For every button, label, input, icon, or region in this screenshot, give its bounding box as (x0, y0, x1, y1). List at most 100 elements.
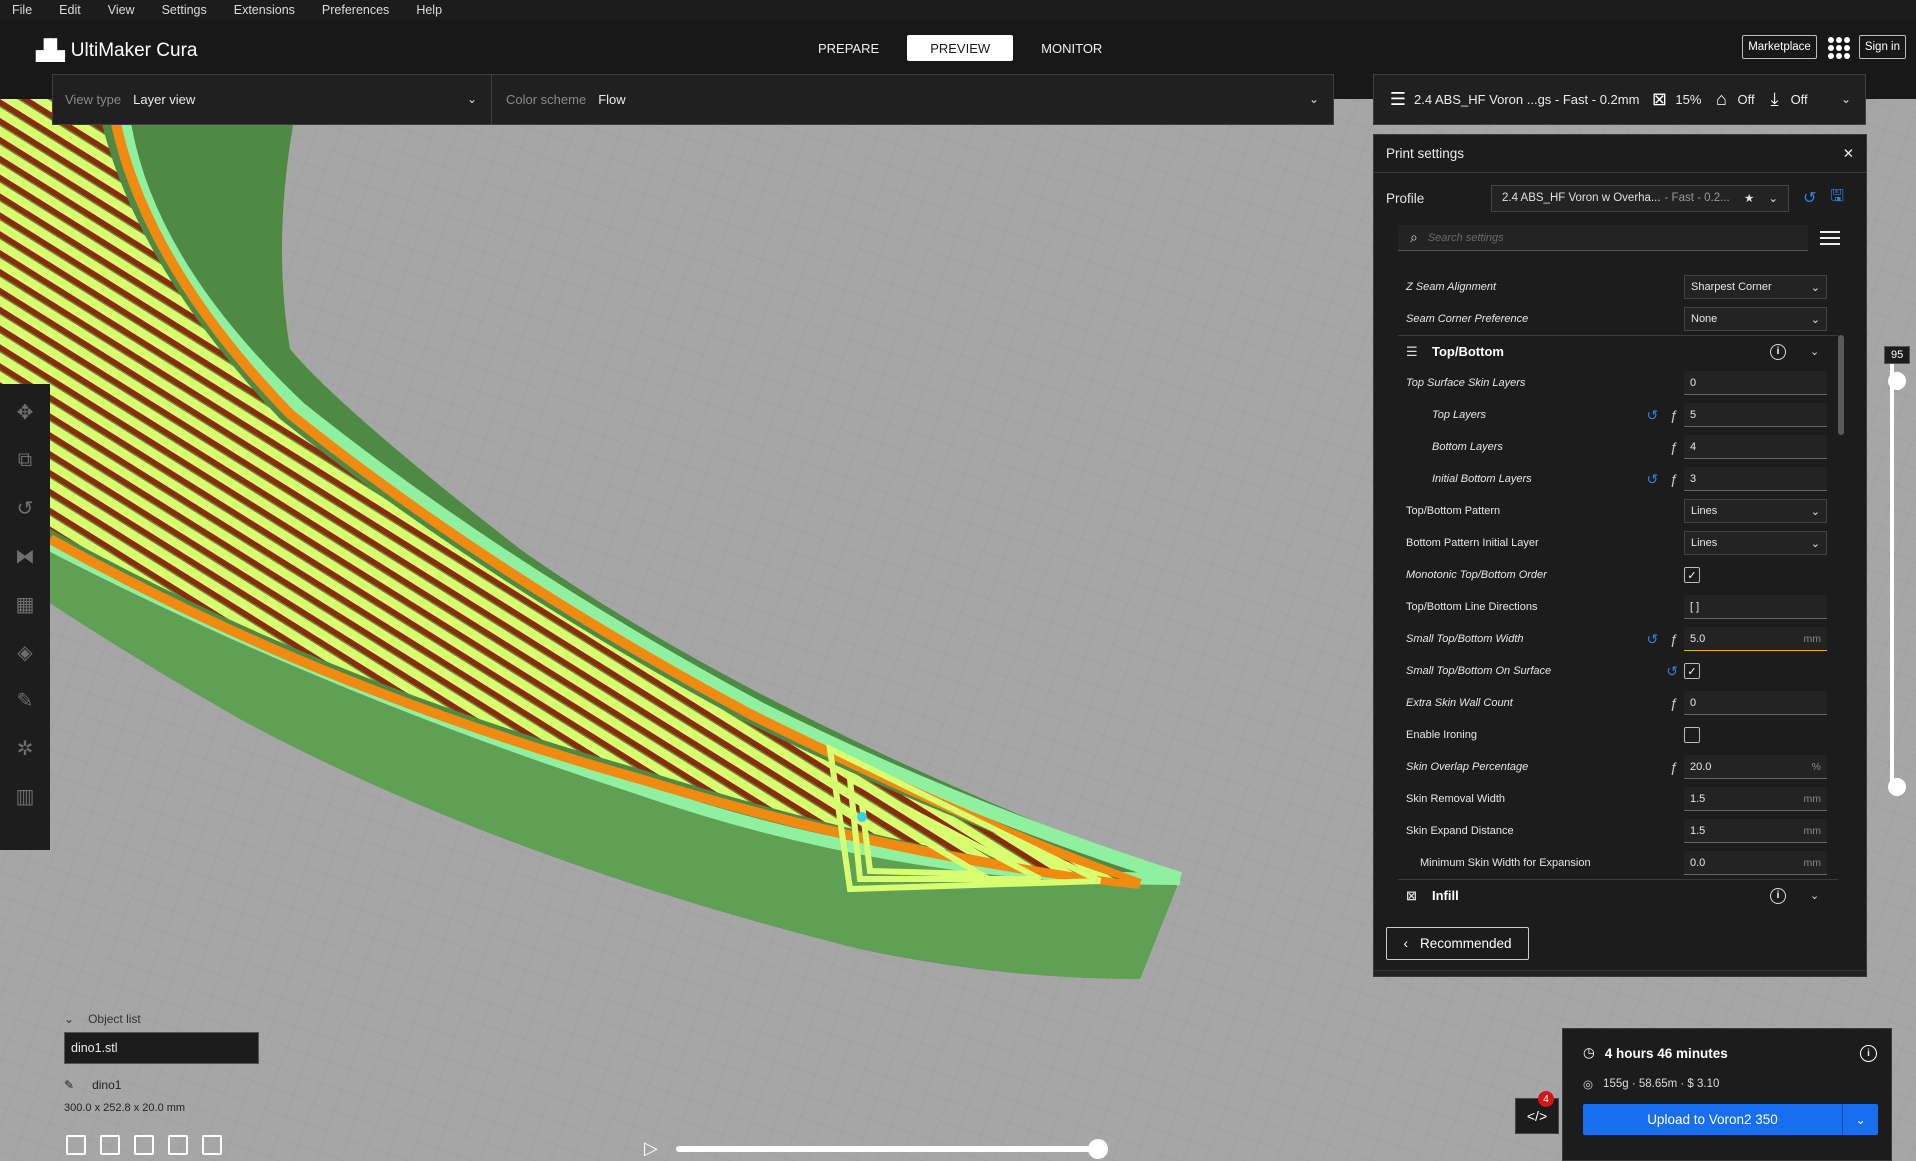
tab-prepare[interactable]: PREPARE (796, 35, 901, 61)
function-icon[interactable]: ƒ (1670, 695, 1678, 711)
per-model-settings-icon[interactable]: ▦ (11, 590, 39, 618)
object-list-header[interactable]: ⌄ Object list (64, 1012, 259, 1026)
reset-icon[interactable]: ↺ (1646, 471, 1658, 488)
color-scheme-selector[interactable]: Color scheme Flow ⌄ (491, 74, 1334, 125)
info-icon[interactable]: i (1770, 887, 1786, 904)
scale-tool-icon[interactable]: ⧉ (11, 446, 39, 474)
menu-extensions[interactable]: Extensions (234, 3, 295, 17)
reset-icon[interactable]: ↺ (1646, 407, 1658, 424)
function-icon[interactable]: ƒ (1670, 407, 1678, 424)
layer-slider-bottom-handle[interactable] (1888, 778, 1906, 796)
profile-dropdown[interactable]: 2.4 ABS_HF Voron w Overha... - Fast - 0.… (1491, 184, 1789, 212)
menu-edit[interactable]: Edit (59, 3, 81, 17)
simulation-slider[interactable] (676, 1146, 1096, 1152)
setting-dropdown[interactable]: Lines ⌄ (1684, 531, 1827, 555)
menu-view[interactable]: View (108, 3, 135, 17)
layer-slider-top-handle[interactable] (1888, 372, 1906, 390)
setting-row: Top Surface Skin Layers 0 (1398, 367, 1838, 399)
measure-tool-icon[interactable]: ✎ (11, 686, 39, 714)
setting-input[interactable]: 20.0% (1684, 755, 1827, 779)
category-top-bottom[interactable]: ☰ Top/Bottom i ⌄ (1398, 335, 1838, 367)
z-seam-alignment-dropdown[interactable]: Sharpest Corner ⌄ (1684, 275, 1827, 299)
layer-number[interactable]: 95 (1884, 346, 1911, 364)
setting-input[interactable]: 5.0 mm (1684, 627, 1827, 651)
function-icon[interactable]: ƒ (1670, 631, 1678, 648)
setting-input[interactable]: 4 (1684, 435, 1827, 459)
reset-icon[interactable]: ↺ (1666, 663, 1678, 680)
seam-corner-dropdown[interactable]: None ⌄ (1684, 307, 1827, 331)
object-name-row: ✎ dino1 (64, 1078, 259, 1092)
message-count-badge: 4 (1538, 1091, 1554, 1107)
support-blocker-icon[interactable]: ◈ (11, 638, 39, 666)
menu-file[interactable]: File (12, 3, 32, 17)
setting-input[interactable]: 0.0 mm (1684, 851, 1827, 875)
object-list-item[interactable]: dino1.stl (64, 1032, 259, 1064)
reset-icon[interactable]: ↺ (1646, 631, 1658, 648)
front-view-icon[interactable] (100, 1135, 120, 1155)
pencil-icon[interactable]: ✎ (64, 1078, 74, 1092)
setting-input[interactable]: 1.5 mm (1684, 787, 1827, 811)
panel-resize-handle[interactable] (1374, 970, 1866, 976)
rotate-tool-icon[interactable]: ↺ (11, 494, 39, 522)
setting-input[interactable]: 5 (1684, 403, 1827, 427)
recommended-button[interactable]: ‹ Recommended (1386, 927, 1529, 960)
tab-anti-warping-icon[interactable]: ▥ (11, 782, 39, 810)
custom-supports-icon[interactable]: ✲ (11, 734, 39, 762)
setting-input[interactable]: [ ] (1684, 595, 1827, 619)
setting-row: Bottom Pattern Initial Layer Lines ⌄ (1398, 527, 1838, 559)
setting-input[interactable]: 0 (1684, 691, 1827, 715)
tab-preview[interactable]: PREVIEW (907, 35, 1014, 61)
setting-input[interactable]: 1.5 mm (1684, 819, 1827, 843)
marketplace-button[interactable]: Marketplace (1742, 35, 1817, 59)
setting-checkbox[interactable]: ✓ (1684, 567, 1700, 583)
view-type-selector[interactable]: View type Layer view ⌄ (52, 74, 492, 125)
settings-list[interactable]: Z Seam Alignment Sharpest Corner ⌄ Seam C… (1398, 271, 1838, 911)
save-profile-icon[interactable]: 🖫 (1830, 185, 1844, 212)
mirror-tool-icon[interactable]: ⧓ (11, 542, 39, 570)
settings-scrollbar[interactable] (1838, 335, 1844, 435)
recommended-label: Recommended (1419, 936, 1512, 951)
chevron-down-icon[interactable]: ⌄ (1842, 1104, 1878, 1135)
spool-icon: ◎ (1583, 1079, 1594, 1091)
play-icon[interactable]: ▷ (644, 1138, 658, 1159)
info-icon[interactable]: i (1860, 1045, 1877, 1062)
close-icon[interactable]: ✕ (1843, 146, 1854, 162)
setting-row: Seam Corner Preference None ⌄ (1398, 303, 1838, 335)
search-input[interactable]: ⌕ Search settings (1398, 225, 1808, 251)
tab-monitor[interactable]: MONITOR (1019, 35, 1124, 61)
sign-in-button[interactable]: Sign in (1858, 35, 1906, 59)
left-view-icon[interactable] (168, 1135, 188, 1155)
settings-menu-icon[interactable] (1820, 227, 1840, 249)
menu-settings[interactable]: Settings (162, 3, 207, 17)
top-view-icon[interactable] (134, 1135, 154, 1155)
menu-preferences[interactable]: Preferences (322, 3, 389, 17)
setting-input[interactable]: 0 (1684, 371, 1827, 395)
function-icon[interactable]: ƒ (1670, 471, 1678, 488)
right-view-icon[interactable] (202, 1135, 222, 1155)
setting-checkbox[interactable]: ✓ (1684, 663, 1700, 679)
function-icon[interactable]: ƒ (1670, 439, 1678, 455)
upload-button[interactable]: Upload to Voron2 350 ⌄ (1583, 1104, 1878, 1135)
function-icon[interactable]: ƒ (1670, 759, 1678, 775)
color-scheme-value: Flow (598, 92, 626, 107)
layer-slider-track[interactable] (1890, 350, 1894, 786)
print-settings-summary[interactable]: ☰ 2.4 ABS_HF Voron ...gs - Fast - 0.2mm … (1373, 74, 1866, 125)
menu-help[interactable]: Help (416, 3, 442, 17)
sliders-icon: ☰ (1389, 89, 1407, 109)
info-icon[interactable]: i (1770, 343, 1786, 360)
setting-checkbox[interactable] (1684, 727, 1700, 743)
category-infill[interactable]: ⊠ Infill i ⌄ (1398, 879, 1838, 911)
view-type-value: Layer view (133, 92, 196, 107)
3d-view-icon[interactable] (66, 1135, 86, 1155)
star-icon: ★ (1744, 193, 1755, 205)
apps-grid-icon[interactable] (1827, 36, 1850, 59)
chevron-down-icon: ⌄ (1308, 92, 1319, 106)
adhesion-value: Off (1790, 92, 1808, 107)
simulation-slider-handle[interactable] (1088, 1139, 1108, 1159)
setting-dropdown[interactable]: Lines ⌄ (1684, 499, 1827, 523)
top-bottom-icon: ☰ (1406, 343, 1418, 359)
infill-icon: ⊠ (1651, 89, 1667, 109)
setting-input[interactable]: 3 (1684, 467, 1827, 491)
reset-profile-icon[interactable]: ↺ (1803, 188, 1816, 208)
move-tool-icon[interactable]: ✥ (11, 398, 39, 426)
